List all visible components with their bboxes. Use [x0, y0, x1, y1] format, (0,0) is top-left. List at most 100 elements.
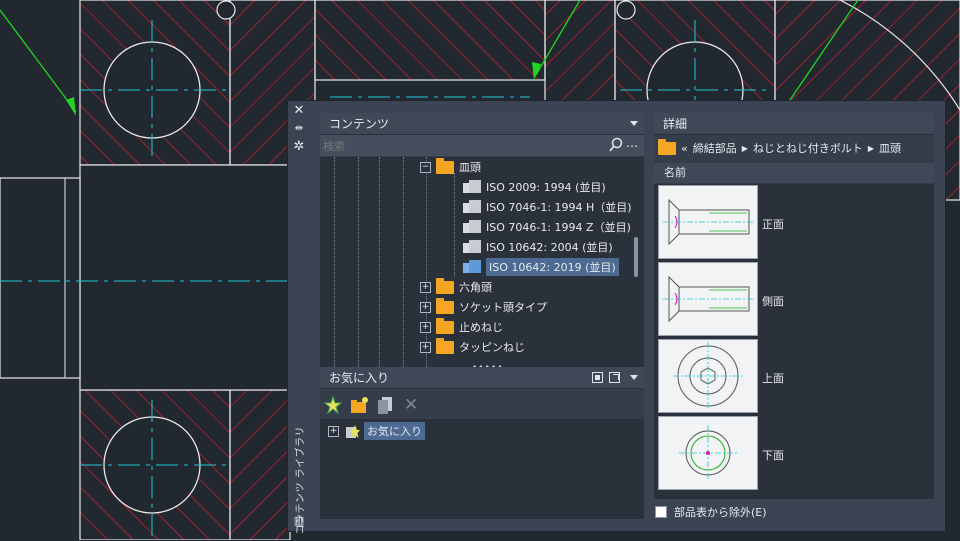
library-icon[interactable]: ▥: [291, 513, 307, 529]
tree-item-label: 六角頭: [459, 281, 492, 294]
view-item-top[interactable]: 上面: [654, 338, 934, 415]
expand-icon[interactable]: +: [420, 341, 431, 353]
breadcrumb-item[interactable]: 皿頭: [879, 140, 901, 156]
tree-item-label: ISO 2009: 1994 (並目): [486, 181, 606, 194]
tree-item-part[interactable]: ISO 10642: 2004 (並目): [463, 237, 613, 257]
tree-item-label: ISO 7046-1: 1994 Z（並目): [486, 221, 631, 234]
small-circle: [616, 0, 636, 20]
palette-title-strip[interactable]: ✕ ⇹ ✲ コンテンツ ライブラリ ▥: [288, 101, 310, 535]
view-thumbnail: [658, 185, 758, 259]
content-header-title: コンテンツ: [329, 117, 390, 131]
favorites-dropdown-arrow[interactable]: [630, 375, 638, 380]
favorites-panel: お気に入り ✕ + お気に入り: [320, 367, 644, 519]
favorites-root[interactable]: + お気に入り: [328, 421, 425, 441]
tree-item-label: 止めねじ: [459, 321, 503, 334]
view-label: 上面: [762, 372, 784, 385]
hatch-region: [314, 0, 546, 81]
small-circle: [216, 0, 236, 20]
tree-item-label: ISO 10642: 2019 (並目): [486, 258, 619, 276]
breadcrumb-separator-icon: ▶: [867, 143, 875, 153]
tree-item-setscrew-folder[interactable]: + 止めねじ: [420, 317, 503, 337]
tree-scrollbar[interactable]: [634, 237, 638, 277]
tree-item-label: タッピンねじ: [459, 341, 525, 354]
view-list: 正面 側面 上面 下面: [654, 184, 934, 499]
hatch-region: [229, 389, 291, 540]
folder-icon: [436, 157, 454, 174]
column-header-label: 名前: [664, 166, 686, 179]
view-item-bottom[interactable]: 下面: [654, 415, 934, 492]
view-label: 正面: [762, 218, 784, 231]
content-tree[interactable]: − 皿頭 ISO 2009: 1994 (並目) ISO 7046-1: 199…: [320, 157, 644, 371]
details-header-title: 詳細: [663, 117, 688, 131]
folder-icon: [436, 317, 454, 334]
breadcrumb-back[interactable]: «: [681, 142, 688, 155]
part-icon: [463, 240, 481, 254]
tree-item-countersunk-folder[interactable]: − 皿頭: [420, 157, 481, 177]
column-header-name[interactable]: 名前: [654, 163, 934, 183]
favorite-folder-icon: [344, 423, 360, 439]
add-favorite-star-icon[interactable]: [323, 395, 343, 415]
tree-item-hex-folder[interactable]: + 六角頭: [420, 277, 492, 297]
expand-view-icon[interactable]: [609, 372, 620, 383]
view-item-side[interactable]: 側面: [654, 261, 934, 338]
close-icon[interactable]: ✕: [291, 103, 307, 119]
expand-icon[interactable]: +: [420, 281, 431, 293]
tree-item-label: ソケット頭タイプ: [459, 301, 547, 314]
favorites-tree[interactable]: + お気に入り: [320, 419, 644, 519]
tree-item-part[interactable]: ISO 2009: 1994 (並目): [463, 177, 606, 197]
view-icon[interactable]: [592, 372, 603, 383]
exclude-from-bom-row[interactable]: 部品表から除外(E): [655, 504, 767, 520]
expand-icon[interactable]: +: [420, 301, 431, 313]
more-options-button[interactable]: …: [626, 136, 638, 150]
exclude-from-bom-checkbox[interactable]: [655, 506, 667, 518]
exclude-from-bom-label: 部品表から除外(E): [674, 506, 767, 519]
properties-icon[interactable]: ✲: [291, 139, 307, 155]
search-icon[interactable]: [608, 137, 624, 153]
favorites-toolbar: ✕: [320, 389, 644, 419]
collapse-icon[interactable]: −: [420, 161, 431, 173]
content-dropdown-arrow[interactable]: [630, 121, 638, 126]
view-label: 下面: [762, 449, 784, 462]
expand-icon[interactable]: +: [420, 321, 431, 333]
details-panel: 詳細 « 締結部品 ▶ ねじとねじ付きボルト ▶ 皿頭 名前 正面 側面 上面 …: [654, 113, 934, 499]
tree-item-part[interactable]: ISO 7046-1: 1994 Z（並目): [463, 217, 631, 237]
content-panel: コンテンツ … − 皿頭 ISO 2009: 1994 (並目: [320, 113, 644, 373]
view-thumbnail: [658, 262, 758, 336]
copy-icon[interactable]: [376, 396, 394, 414]
view-item-front[interactable]: 正面: [654, 184, 934, 261]
content-library-palette: ✕ ⇹ ✲ コンテンツ ライブラリ ▥ コンテンツ … −: [287, 100, 946, 535]
favorites-header-title: お気に入り: [329, 371, 390, 385]
details-header: 詳細: [654, 113, 934, 135]
tree-item-part[interactable]: ISO 7046-1: 1994 H（並目): [463, 197, 632, 217]
folder-icon: [658, 138, 676, 155]
tree-item-part-selected[interactable]: ISO 10642: 2019 (並目): [463, 257, 619, 277]
tree-item-socket-folder[interactable]: + ソケット頭タイプ: [420, 297, 547, 317]
breadcrumb-item[interactable]: ねじとねじ付きボルト: [753, 140, 863, 156]
part-icon: [463, 200, 481, 214]
autohide-icon[interactable]: ⇹: [291, 121, 307, 137]
tree-item-tapping-folder[interactable]: + タッピンねじ: [420, 337, 525, 357]
shaft: [79, 164, 291, 391]
breadcrumb: « 締結部品 ▶ ねじとねじ付きボルト ▶ 皿頭: [654, 135, 934, 161]
delete-icon[interactable]: ✕: [404, 396, 422, 414]
view-thumbnail: [658, 339, 758, 413]
folder-icon: [436, 277, 454, 294]
content-header: コンテンツ: [320, 113, 644, 135]
breadcrumb-separator-icon: ▶: [741, 143, 748, 153]
search-input[interactable]: [320, 136, 605, 156]
view-label: 側面: [762, 295, 784, 308]
part-icon: [463, 220, 481, 234]
tree-item-label: 皿頭: [459, 161, 481, 174]
folder-icon: [436, 297, 454, 314]
expand-icon[interactable]: +: [328, 425, 339, 437]
new-folder-icon[interactable]: [350, 396, 368, 414]
tree-item-label: ISO 10642: 2004 (並目): [486, 241, 613, 254]
view-thumbnail: [658, 416, 758, 490]
part-icon: [463, 260, 481, 274]
breadcrumb-item[interactable]: 締結部品: [693, 140, 737, 156]
favorites-header: お気に入り: [320, 367, 644, 389]
folder-icon: [436, 337, 454, 354]
favorites-item-label: お気に入り: [364, 422, 425, 440]
shaft-end: [0, 177, 81, 379]
tree-item-label: ISO 7046-1: 1994 H（並目): [486, 201, 632, 214]
